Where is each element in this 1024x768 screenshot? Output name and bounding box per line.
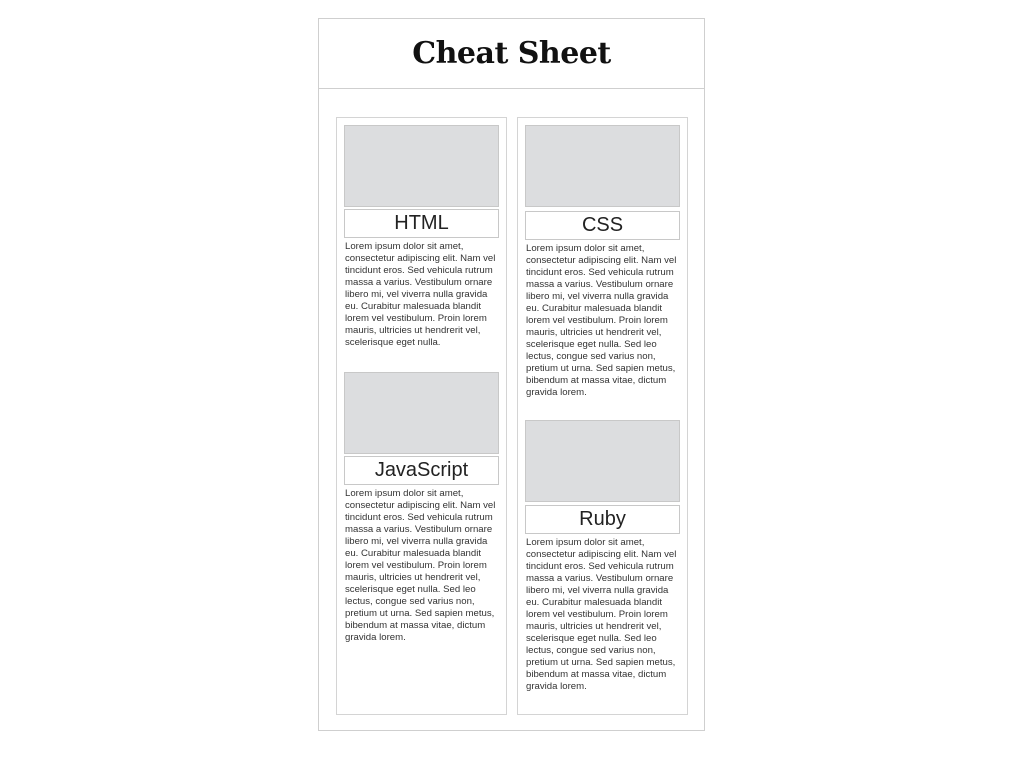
card-body-css: Lorem ipsum dolor sit amet, consectetur … [526,243,677,398]
image-placeholder [525,420,680,502]
card-body-ruby: Lorem ipsum dolor sit amet, consectetur … [526,537,677,692]
card-title-ruby: Ruby [525,505,680,534]
card-body-javascript: Lorem ipsum dolor sit amet, consectetur … [345,488,496,643]
image-placeholder [525,125,680,207]
card-body-html: Lorem ipsum dolor sit amet, consectetur … [345,241,496,348]
left-column: HTML Lorem ipsum dolor sit amet, consect… [336,117,507,715]
right-column: CSS Lorem ipsum dolor sit amet, consecte… [517,117,688,715]
image-placeholder [344,125,499,207]
card-title-html: HTML [344,209,499,238]
card-title-css: CSS [525,211,680,240]
header: Cheat Sheet [319,19,704,89]
card-css: CSS Lorem ipsum dolor sit amet, consecte… [525,125,680,399]
card-javascript: JavaScript Lorem ipsum dolor sit amet, c… [344,372,499,644]
card-html: HTML Lorem ipsum dolor sit amet, consect… [344,125,499,349]
card-title-javascript: JavaScript [344,456,499,485]
cheat-sheet: Cheat Sheet HTML Lorem ipsum dolor sit a… [318,18,705,731]
card-ruby: Ruby Lorem ipsum dolor sit amet, consect… [525,420,680,693]
page-title: Cheat Sheet [412,36,611,71]
image-placeholder [344,372,499,454]
